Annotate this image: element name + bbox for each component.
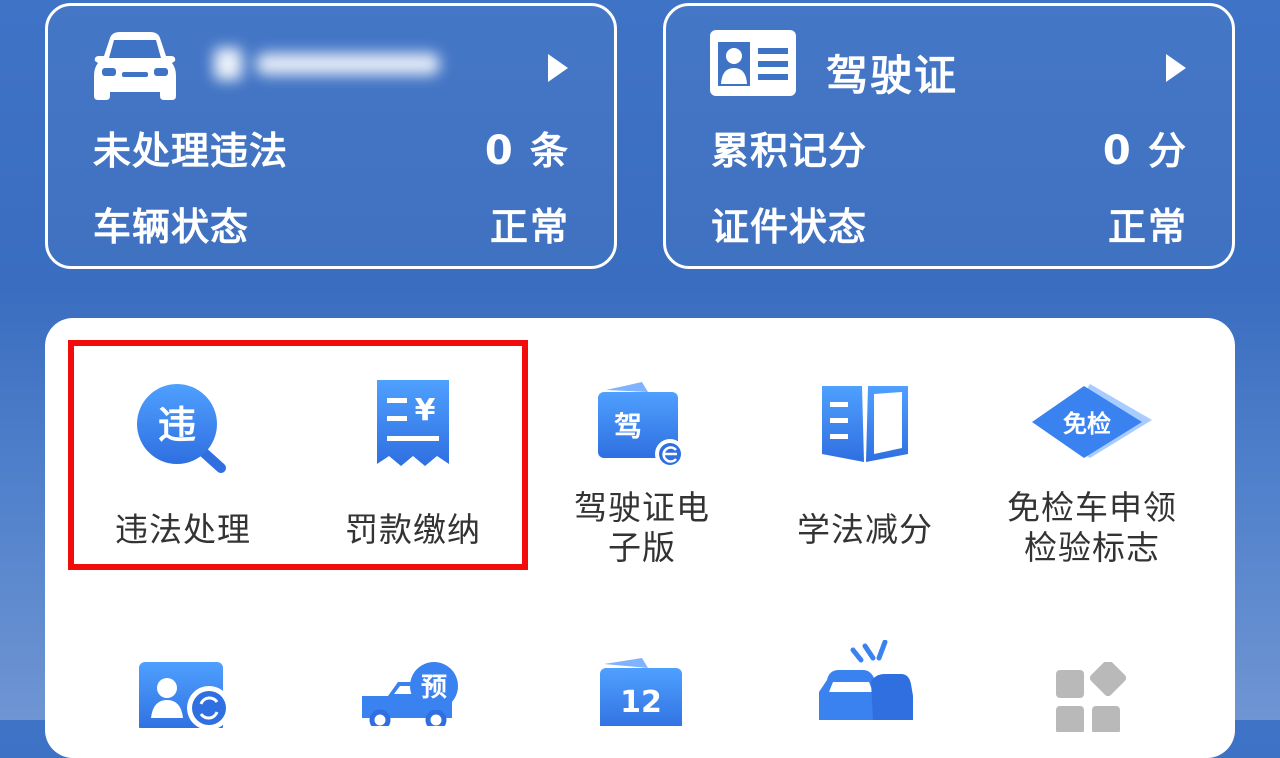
accumulated-points-row[interactable]: 累积记分 0 分 [711, 120, 1188, 174]
chevron-right-icon[interactable] [546, 52, 570, 88]
vehicle-status-label: 车辆状态 [93, 205, 250, 249]
license-card-title: 驾驶证 [826, 51, 959, 100]
license-card[interactable]: 驾驶证 累积记分 0 分 证件状态 正常 [663, 3, 1235, 269]
service-more[interactable] [977, 650, 1207, 734]
service-reserve-towing[interactable]: 预 [298, 650, 528, 731]
tow-truck-icon: 预 [358, 656, 468, 731]
service-label: 驾驶证电 子版 [574, 488, 710, 567]
points-label: 累积记分 [711, 129, 868, 173]
reserve-icon-text: 预 [421, 673, 447, 703]
service-12123[interactable]: 12 [527, 650, 757, 732]
service-study-deduct-points[interactable]: 学法减分 [750, 370, 980, 550]
car-icon [92, 30, 178, 106]
calendar-12-icon: 12 [592, 656, 692, 732]
license-status-row: 证件状态 正常 [711, 196, 1188, 249]
service-label: 学法减分 [797, 510, 933, 549]
license-plate-masked [214, 46, 440, 82]
vehicle-card-header[interactable] [48, 28, 614, 108]
grid-more-icon [1052, 659, 1132, 736]
vehicle-status-value: 正常 [489, 205, 570, 249]
service-accident-handling[interactable] [750, 639, 980, 720]
study-book-icon [818, 380, 912, 468]
vehicle-status-row: 车辆状态 正常 [93, 196, 570, 249]
points-value: 0 分 [1102, 128, 1188, 174]
unprocessed-violations-row[interactable]: 未处理违法 0 条 [93, 120, 570, 174]
license-card-header[interactable]: 驾驶证 [666, 28, 1232, 108]
exemption-icon: 免检 [1030, 382, 1154, 466]
id-card-icon [708, 28, 798, 102]
license-renew-icon [133, 658, 233, 732]
exemption-icon-text: 免检 [1063, 410, 1111, 438]
car-accident-icon [813, 639, 917, 724]
e-license-icon: 驾 [592, 378, 692, 482]
twelve-icon-text: 12 [620, 685, 662, 720]
unprocessed-value: 0 条 [484, 128, 570, 174]
service-e-license[interactable]: 驾 驾驶证电 子版 [527, 370, 757, 570]
chevron-right-icon[interactable] [1164, 52, 1188, 88]
e-license-icon-text: 驾 [614, 410, 642, 443]
license-status-label: 证件状态 [711, 205, 868, 249]
vehicle-card[interactable]: 未处理违法 0 条 车辆状态 正常 [45, 3, 617, 269]
highlight-box [68, 340, 528, 570]
service-inspection-exemption[interactable]: 免检 免检车申领 检验标志 [977, 370, 1207, 570]
service-label: 免检车申领 检验标志 [1007, 488, 1177, 567]
unprocessed-label: 未处理违法 [93, 129, 289, 173]
license-status-value: 正常 [1107, 205, 1188, 249]
service-license-renewal[interactable] [68, 650, 298, 732]
